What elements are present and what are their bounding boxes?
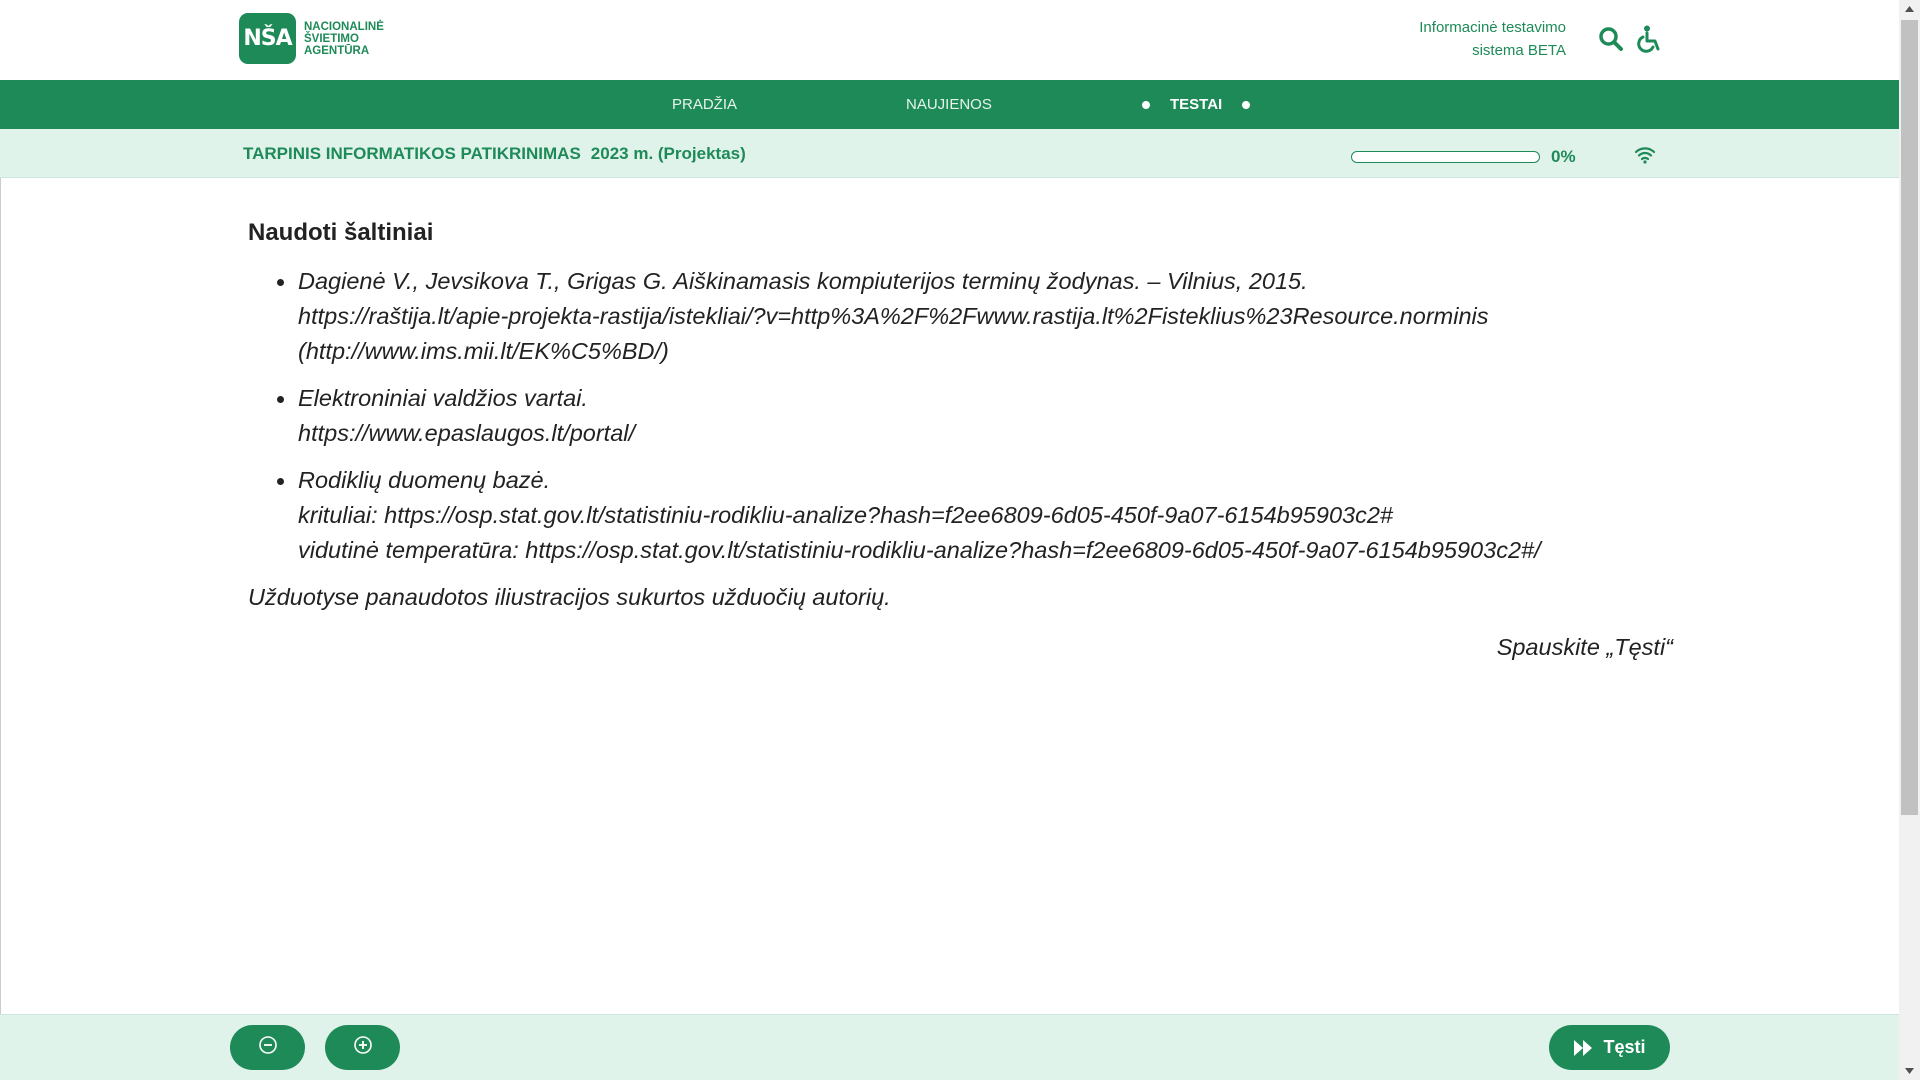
nav-item-testai[interactable]: TESTAI [1142,80,1251,129]
source-item: Rodiklių duomenų bazė. krituliai: https:… [277,463,1718,568]
zoom-out-button[interactable] [230,1025,305,1070]
test-year: 2023 m. (Projektas) [590,143,746,163]
agency-logo[interactable]: NŠA NACIONALINĖ ŠVIETIMO AGENTŪRA [239,13,384,64]
scroll-down-arrow-icon[interactable] [1899,1062,1920,1080]
fast-forward-icon [1574,1039,1593,1056]
logo-line: ŠVIETIMO [304,32,359,45]
page-scrollbar[interactable] [1899,0,1920,1080]
test-info-bar: TARPINIS INFORMATIKOS PATIKRINIMAS 2023 … [0,129,1899,178]
sources-list: Dagienė V., Jevsikova T., Grigas G. Aišk… [277,264,1718,580]
wifi-icon [1634,145,1656,170]
zoom-in-button[interactable] [325,1025,400,1070]
source-item: Dagienė V., Jevsikova T., Grigas G. Aišk… [277,264,1718,369]
continue-button-label: Tęsti [1603,1037,1646,1057]
test-name: TARPINIS INFORMATIKOS PATIKRINIMAS [243,143,581,163]
active-dot-right [1242,100,1251,109]
nav-item-testai-label: TESTAI [1170,96,1223,113]
nav-item-pradzia[interactable]: PRADŽIA [672,80,737,129]
source-line: Rodiklių duomenų bazė. [298,467,551,493]
logo-line: AGENTŪRA [304,44,370,57]
test-title: TARPINIS INFORMATIKOS PATIKRINIMAS 2023 … [243,129,746,178]
search-icon[interactable] [1596,24,1626,54]
scroll-up-arrow-icon[interactable] [1899,0,1920,18]
source-line: vidutinė temperatūra: https://osp.stat.g… [298,537,1541,563]
progress-bar [1351,151,1540,163]
source-line: Dagienė V., Jevsikova T., Grigas G. Aišk… [298,268,1308,294]
site-header: NŠA NACIONALINĖ ŠVIETIMO AGENTŪRA Inform… [0,0,1899,80]
system-name-line2: sistema BETA [1472,42,1566,59]
source-line: https://raštija.lt/apie-projekta-rastija… [298,303,1489,329]
logo-text: NACIONALINĖ ŠVIETIMO AGENTŪRA [304,21,384,57]
zoom-out-icon [258,1035,278,1060]
illustrations-note: Užduotyse panaudotos iliustracijos sukur… [248,584,891,610]
progress-label: 0% [1551,147,1576,166]
wheelchair-icon[interactable] [1634,24,1664,54]
source-line: https://www.epaslaugos.lt/portal/ [298,420,636,446]
source-line: (http://www.ims.mii.lt/EK%C5%BD/) [298,338,669,364]
main-nav: PRADŽIA NAUJIENOS TESTAI [0,80,1899,129]
header-tools: Informacinė testavimo sistema BETA [1419,16,1664,62]
source-line: krituliai: https://osp.stat.gov.lt/stati… [298,502,1393,528]
continue-hint: Spauskite „Tęsti“ [1496,634,1673,660]
nav-item-naujienos[interactable]: NAUJIENOS [906,80,992,129]
source-line: Elektroniniai valdžios vartai. [298,385,588,411]
system-name: Informacinė testavimo sistema BETA [1419,16,1566,62]
zoom-in-icon [353,1035,373,1060]
system-name-line1: Informacinė testavimo [1419,19,1566,36]
source-item: Elektroniniai valdžios vartai. https://w… [277,381,1718,451]
active-dot-left [1142,100,1150,109]
logo-mark: NŠA [239,13,296,64]
logo-line: NACIONALINĖ [304,20,384,33]
scrollbar-thumb[interactable] [1901,20,1918,815]
continue-button[interactable]: Tęsti [1549,1025,1670,1070]
section-title: Naudoti šaltiniai [248,219,434,246]
